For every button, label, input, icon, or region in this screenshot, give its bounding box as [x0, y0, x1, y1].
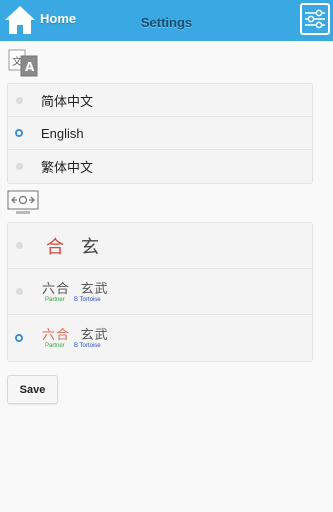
- stem-char: 玄武: [80, 281, 109, 296]
- svg-text:文: 文: [12, 55, 22, 68]
- language-option-traditional[interactable]: 繁体中文: [8, 150, 312, 183]
- page-title: Settings: [140, 15, 193, 30]
- display-option-single[interactable]: 合 玄: [8, 223, 312, 269]
- settings-button[interactable]: [300, 3, 330, 35]
- radio-unselected[interactable]: [16, 242, 23, 249]
- stem-char-dark: 玄: [81, 237, 101, 257]
- radio-unselected[interactable]: [16, 96, 23, 104]
- stem-pair: 六合 玄武: [42, 278, 109, 297]
- radio-selected[interactable]: [15, 129, 23, 137]
- display-option-color[interactable]: 六合 玄武 Partner B Tortoise: [8, 315, 312, 361]
- language-options: 简体中文 English 繁体中文: [7, 83, 313, 184]
- language-label: English: [41, 125, 84, 141]
- subtitle-partner: Partner: [45, 343, 65, 349]
- stem-char-red: 合: [46, 237, 65, 257]
- stem-pair: 合 玄: [46, 233, 100, 259]
- stem-char-red: 六合: [42, 327, 71, 342]
- language-label: 繁体中文: [41, 160, 94, 175]
- subtitle-tortoise: B Tortoise: [74, 343, 101, 349]
- radio-unselected[interactable]: [16, 288, 23, 295]
- stem-char-dark: 玄武: [80, 327, 109, 342]
- display-options: 合 玄 六合 玄武 Partner B Tortoise 六合 玄武 Partn…: [7, 222, 313, 362]
- display-option-gray[interactable]: 六合 玄武 Partner B Tortoise: [8, 269, 312, 315]
- subtitle-partner: Partner: [45, 297, 65, 303]
- language-option-english[interactable]: English: [8, 117, 312, 150]
- subtitle-tortoise: B Tortoise: [74, 297, 101, 303]
- radio-unselected[interactable]: [16, 163, 23, 170]
- language-option-simplified[interactable]: 简体中文: [8, 84, 312, 117]
- translate-icon: 文 A: [8, 48, 38, 83]
- stem-char: 六合: [42, 281, 71, 296]
- display-mode-icon: [7, 190, 39, 221]
- save-button[interactable]: Save: [7, 375, 58, 404]
- language-label: 简体中文: [41, 93, 94, 109]
- svg-text:A: A: [25, 60, 35, 74]
- radio-selected[interactable]: [15, 334, 23, 342]
- app-header: Home Settings: [0, 0, 333, 41]
- sliders-icon: [305, 9, 325, 29]
- stem-pair: 六合 玄武: [42, 324, 109, 343]
